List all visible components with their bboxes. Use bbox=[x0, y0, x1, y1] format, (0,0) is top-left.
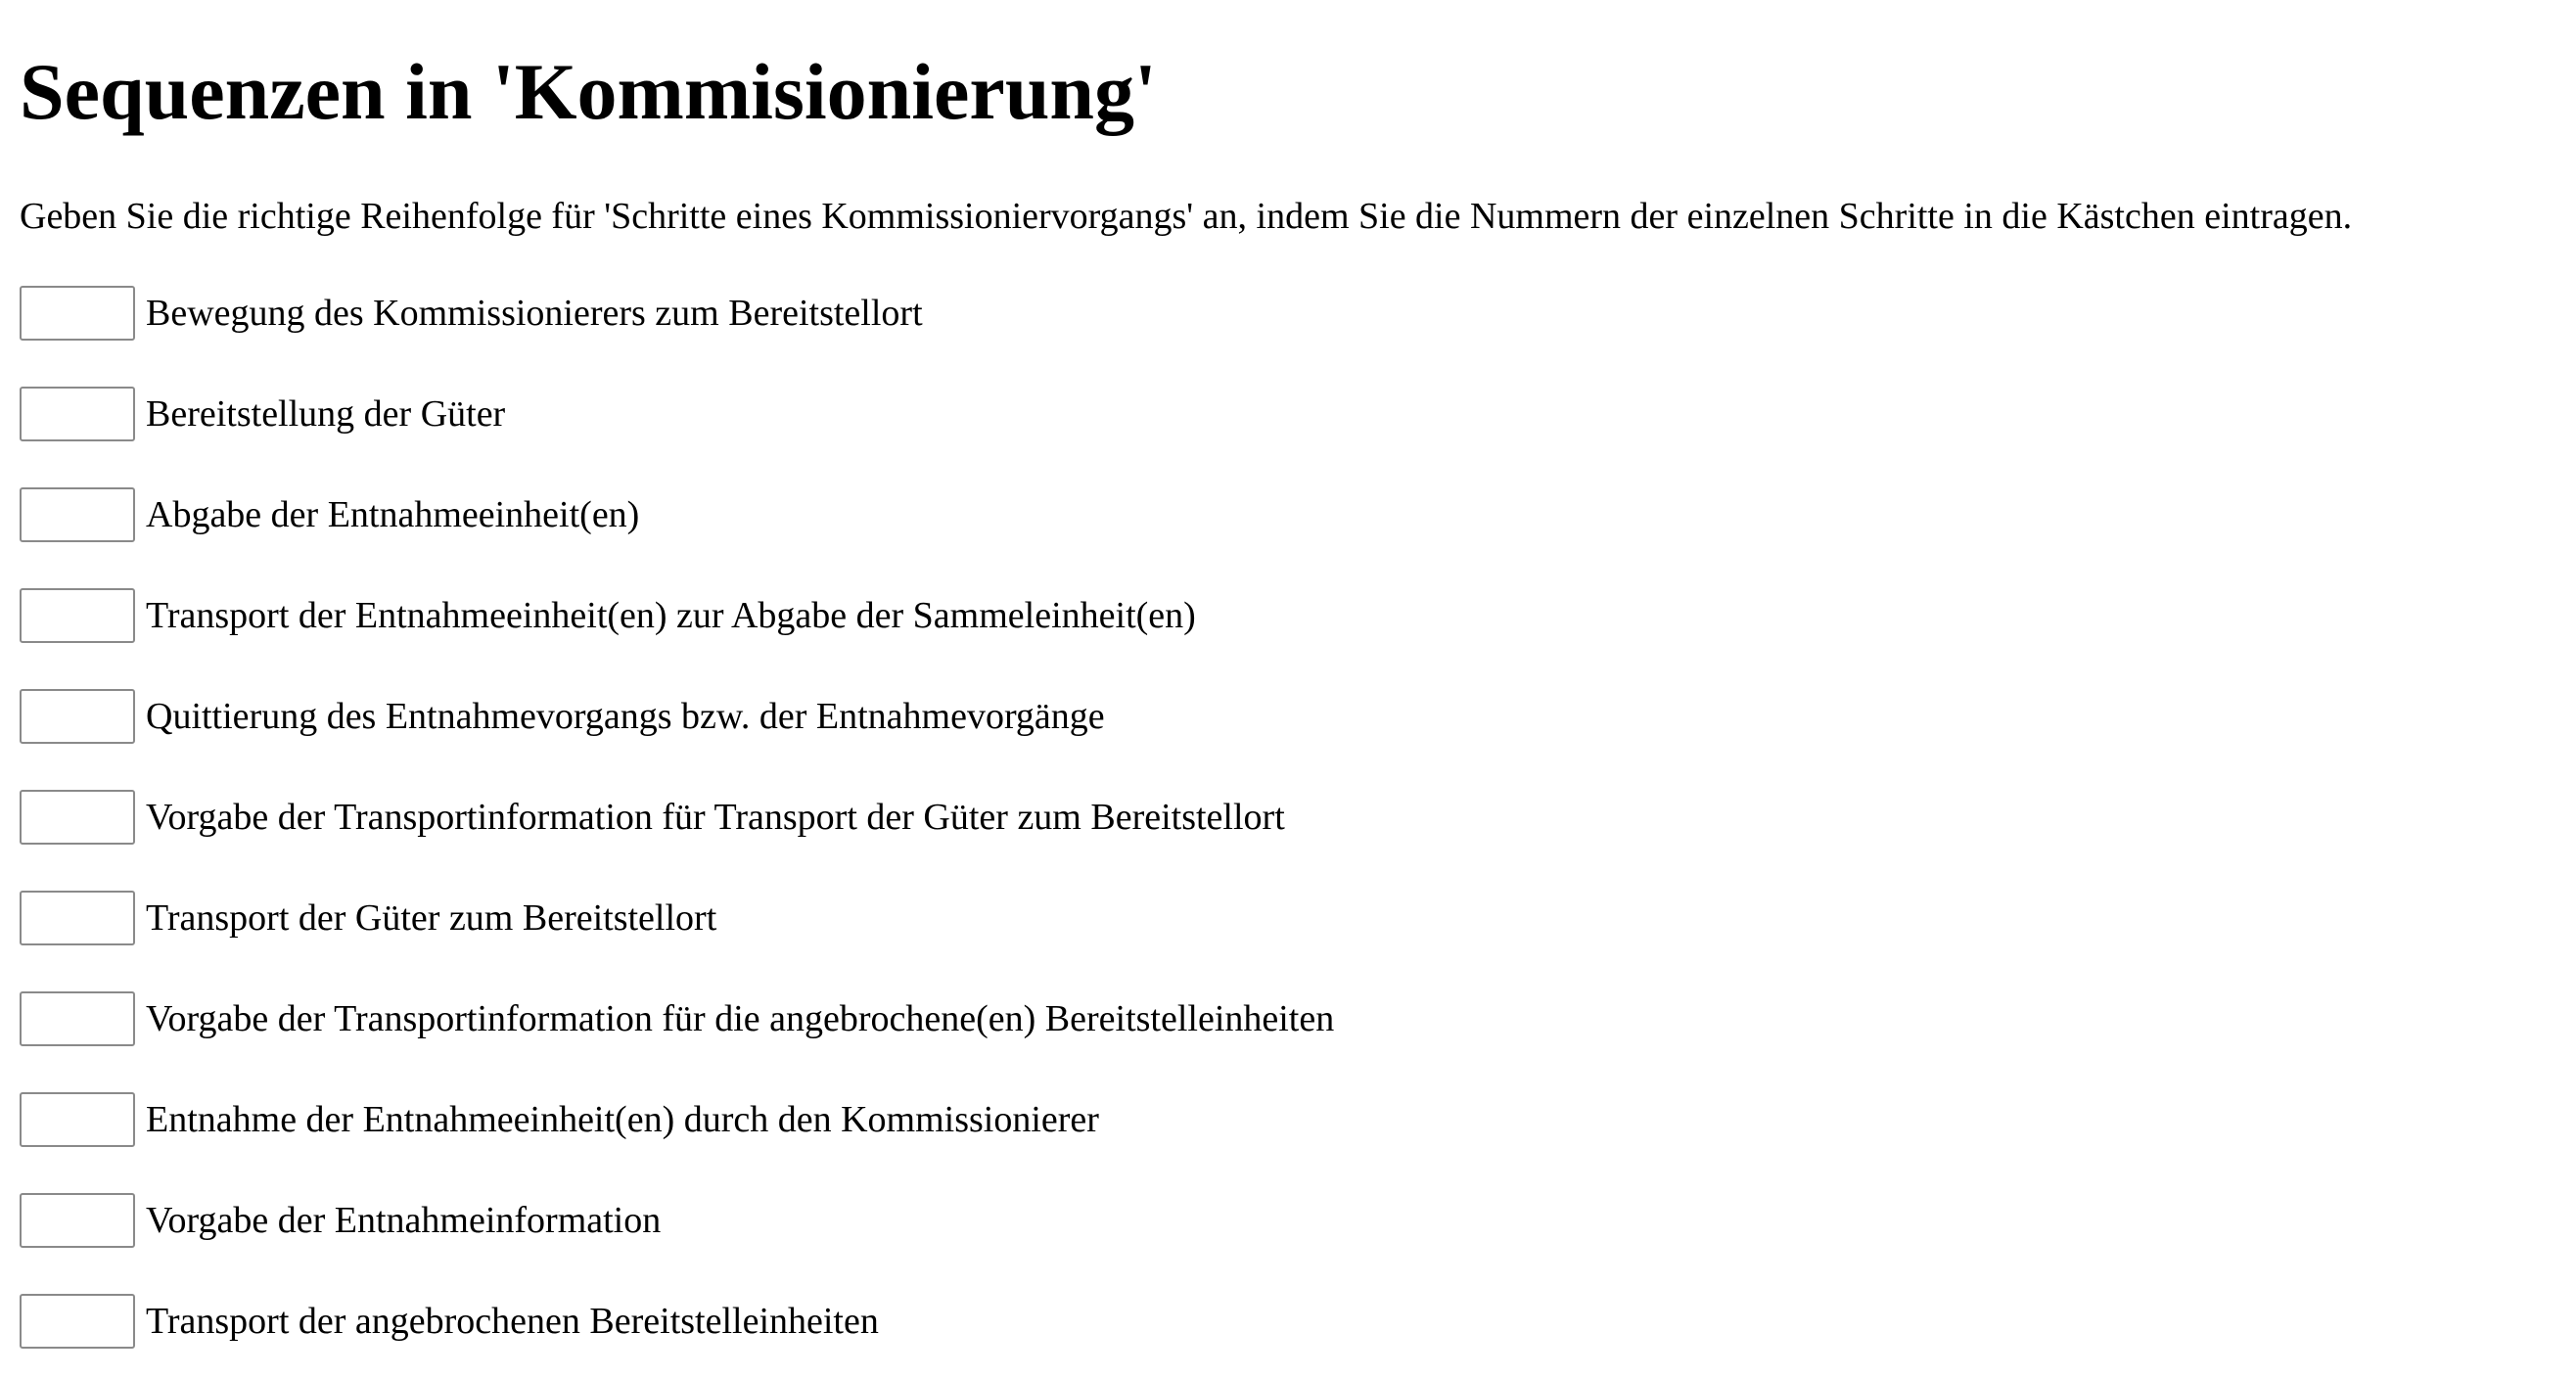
page: Sequenzen in 'Kommisionierung' Geben Sie… bbox=[0, 0, 2576, 1371]
step-label: Vorgabe der Transportinformation für die… bbox=[146, 997, 1335, 1039]
step-label: Vorgabe der Entnahmeinformation bbox=[146, 1199, 662, 1241]
step-order-input[interactable] bbox=[20, 1192, 135, 1248]
step-order-input[interactable] bbox=[20, 587, 135, 643]
step-label: Bewegung des Kommissionierers zum Bereit… bbox=[146, 292, 923, 334]
step-label: Transport der Güter zum Bereitstellort bbox=[146, 896, 717, 939]
step-label: Vorgabe der Transportinformation für Tra… bbox=[146, 796, 1285, 838]
step-row: Bewegung des Kommissionierers zum Bereit… bbox=[20, 262, 2576, 363]
step-order-input[interactable] bbox=[20, 789, 135, 845]
step-order-input[interactable] bbox=[20, 890, 135, 945]
step-row: Vorgabe der Transportinformation für die… bbox=[20, 968, 2576, 1069]
step-label: Entnahme der Entnahmeeinheit(en) durch d… bbox=[146, 1098, 1099, 1140]
step-label: Bereitstellung der Güter bbox=[146, 392, 506, 435]
step-label: Transport der Entnahmeeinheit(en) zur Ab… bbox=[146, 594, 1196, 636]
step-row: Vorgabe der Entnahmeinformation bbox=[20, 1170, 2576, 1270]
step-label: Abgabe der Entnahmeeinheit(en) bbox=[146, 493, 640, 535]
page-title: Sequenzen in 'Kommisionierung' bbox=[20, 47, 1157, 136]
step-label: Quittierung des Entnahmevorgangs bzw. de… bbox=[146, 695, 1105, 737]
step-order-input[interactable] bbox=[20, 688, 135, 744]
step-order-input[interactable] bbox=[20, 386, 135, 441]
step-order-input[interactable] bbox=[20, 1293, 135, 1349]
step-row: Abgabe der Entnahmeeinheit(en) bbox=[20, 464, 2576, 565]
step-order-input[interactable] bbox=[20, 285, 135, 341]
step-list: Bewegung des Kommissionierers zum Bereit… bbox=[20, 262, 2576, 1371]
step-label: Transport der angebrochenen Bereitstelle… bbox=[146, 1300, 879, 1342]
step-order-input[interactable] bbox=[20, 486, 135, 542]
step-row: Entnahme der Entnahmeeinheit(en) durch d… bbox=[20, 1069, 2576, 1170]
step-row: Bereitstellung der Güter bbox=[20, 363, 2576, 464]
step-order-input[interactable] bbox=[20, 990, 135, 1046]
step-row: Transport der angebrochenen Bereitstelle… bbox=[20, 1270, 2576, 1371]
instruction-text: Geben Sie die richtige Reihenfolge für '… bbox=[20, 196, 2353, 237]
step-order-input[interactable] bbox=[20, 1091, 135, 1147]
step-row: Transport der Entnahmeeinheit(en) zur Ab… bbox=[20, 565, 2576, 666]
step-row: Vorgabe der Transportinformation für Tra… bbox=[20, 766, 2576, 867]
step-row: Quittierung des Entnahmevorgangs bzw. de… bbox=[20, 666, 2576, 766]
step-row: Transport der Güter zum Bereitstellort bbox=[20, 867, 2576, 968]
